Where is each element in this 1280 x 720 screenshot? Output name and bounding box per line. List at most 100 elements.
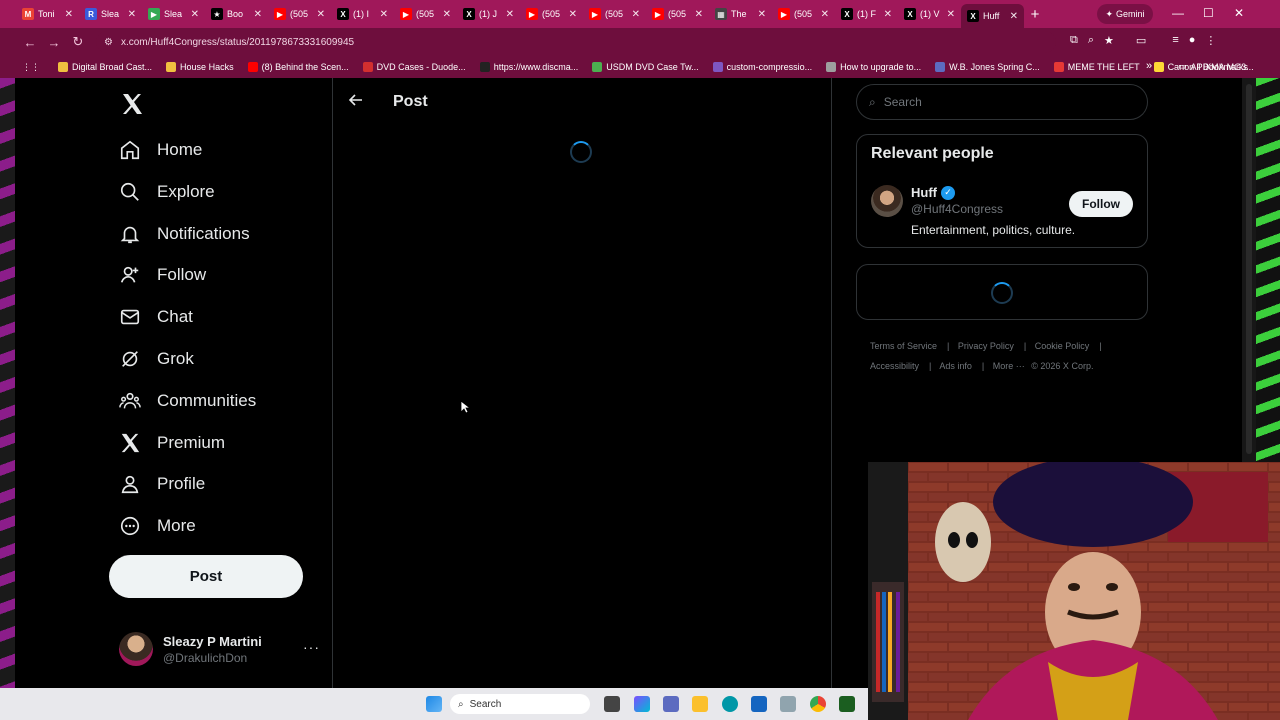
- bookmark-item[interactable]: W.B. Jones Spring C...: [935, 62, 1040, 72]
- task-view-icon[interactable]: [604, 696, 620, 712]
- site-info-icon[interactable]: ⚙: [104, 37, 113, 48]
- close-window-icon[interactable]: ✕: [1234, 6, 1244, 20]
- browser-tab[interactable]: ▶ (505 ✕: [772, 3, 835, 25]
- browser-tab[interactable]: ▶ (505 ✕: [394, 3, 457, 25]
- bookmark-item[interactable]: (8) Behind the Scen...: [247, 62, 349, 72]
- close-tab-icon[interactable]: ✕: [1010, 11, 1018, 22]
- close-tab-icon[interactable]: ✕: [128, 9, 136, 20]
- browser-tab[interactable]: M Toni ✕: [16, 3, 79, 25]
- follow-button[interactable]: Follow: [1069, 191, 1133, 217]
- post-button[interactable]: Post: [109, 555, 303, 598]
- bookmark-item[interactable]: How to upgrade to...: [826, 62, 921, 72]
- bookmark-item[interactable]: USDM DVD Case Tw...: [592, 62, 699, 72]
- install-icon[interactable]: ⧉: [1070, 34, 1078, 47]
- sidebar-item-home[interactable]: Home: [119, 132, 202, 168]
- x-logo-icon[interactable]: [120, 92, 144, 116]
- close-tab-icon[interactable]: ✕: [254, 9, 262, 20]
- browser-tab[interactable]: X Huff ✕: [961, 4, 1024, 28]
- close-tab-icon[interactable]: ✕: [821, 9, 829, 20]
- close-tab-icon[interactable]: ✕: [632, 9, 640, 20]
- sidebar-item-communities[interactable]: Communities: [119, 383, 256, 419]
- edge-icon[interactable]: [722, 696, 738, 712]
- bookmark-item[interactable]: MEME THE LEFT: [1053, 62, 1140, 72]
- cast-icon[interactable]: ▭: [1136, 34, 1146, 47]
- apps-icon[interactable]: ⋮⋮: [22, 62, 40, 73]
- bookmark-item[interactable]: DVD Cases - Duode...: [362, 62, 466, 72]
- browser-tab[interactable]: ▶ (505 ✕: [520, 3, 583, 25]
- search-input[interactable]: [883, 95, 1124, 109]
- browser-tab[interactable]: ▶ (505 ✕: [583, 3, 646, 25]
- close-tab-icon[interactable]: ✕: [317, 9, 325, 20]
- close-tab-icon[interactable]: ✕: [443, 9, 451, 20]
- sidebar-item-premium[interactable]: Premium: [119, 425, 225, 461]
- close-tab-icon[interactable]: ✕: [506, 9, 514, 20]
- ads-info-link[interactable]: Ads info: [939, 361, 972, 371]
- forward-nav-icon[interactable]: →: [42, 35, 66, 50]
- search-box[interactable]: ⌕: [856, 84, 1148, 120]
- store-icon[interactable]: [751, 696, 767, 712]
- scrollbar[interactable]: [1242, 78, 1256, 462]
- browser-tab[interactable]: ▶ Slea ✕: [142, 3, 205, 25]
- close-tab-icon[interactable]: ✕: [191, 9, 199, 20]
- sidebar-item-explore[interactable]: Explore: [119, 174, 215, 210]
- close-tab-icon[interactable]: ✕: [65, 9, 73, 20]
- more-dots-icon[interactable]: ···: [303, 639, 320, 655]
- terms-link[interactable]: Terms of Service: [870, 341, 937, 351]
- account-switcher[interactable]: Sleazy P Martini @DrakulichDon ···: [119, 631, 319, 667]
- close-tab-icon[interactable]: ✕: [380, 9, 388, 20]
- close-tab-icon[interactable]: ✕: [758, 9, 766, 20]
- windows-start-icon[interactable]: [426, 696, 442, 712]
- back-nav-icon[interactable]: ←: [18, 35, 42, 50]
- reload-icon[interactable]: ↻: [66, 34, 90, 50]
- close-tab-icon[interactable]: ✕: [884, 9, 892, 20]
- browser-tab[interactable]: ▶ (505 ✕: [646, 3, 709, 25]
- file-explorer-icon[interactable]: [692, 696, 708, 712]
- close-tab-icon[interactable]: ✕: [695, 9, 703, 20]
- profile-icon[interactable]: ●: [1189, 34, 1196, 47]
- back-arrow-icon[interactable]: [347, 92, 363, 108]
- bookmark-item[interactable]: custom-compressio...: [712, 62, 812, 72]
- browser-tab[interactable]: ★ Boo ✕: [205, 3, 268, 25]
- bookmark-item[interactable]: Digital Broad Cast...: [58, 62, 152, 72]
- cookie-link[interactable]: Cookie Policy: [1035, 341, 1090, 351]
- sidebar-item-follow[interactable]: Follow: [119, 257, 206, 293]
- bookmarks-overflow-icon[interactable]: »: [1146, 60, 1152, 72]
- browser-tab[interactable]: X (1) F ✕: [835, 3, 898, 25]
- close-tab-icon[interactable]: ✕: [569, 9, 577, 20]
- browser-tab[interactable]: ▶ (505 ✕: [268, 3, 331, 25]
- sidebar-item-more[interactable]: More: [119, 508, 196, 544]
- sidebar-item-notifications[interactable]: Notifications: [119, 216, 250, 252]
- bookmark-star-icon[interactable]: ★: [1104, 34, 1114, 47]
- sidebar-item-profile[interactable]: Profile: [119, 466, 205, 502]
- all-bookmarks[interactable]: ▭ All Bookmarks: [1178, 61, 1248, 72]
- bookmark-item[interactable]: https://www.discma...: [479, 62, 578, 72]
- maximize-icon[interactable]: ☐: [1203, 6, 1214, 20]
- settings-icon[interactable]: [780, 696, 796, 712]
- accessibility-link[interactable]: Accessibility: [870, 361, 919, 371]
- more-link[interactable]: More ···: [993, 361, 1025, 371]
- new-tab-icon[interactable]: +: [1024, 6, 1046, 23]
- gemini-button[interactable]: ✦ Gemini: [1097, 4, 1153, 24]
- teams-icon[interactable]: [663, 696, 679, 712]
- browser-tab[interactable]: ▦ The ✕: [709, 3, 772, 25]
- zoom-icon[interactable]: ⌕: [1088, 34, 1094, 47]
- privacy-link[interactable]: Privacy Policy: [958, 341, 1014, 351]
- copilot-icon[interactable]: [634, 696, 650, 712]
- browser-tab[interactable]: X (1) J ✕: [457, 3, 520, 25]
- sidebar-item-grok[interactable]: Grok: [119, 341, 194, 377]
- browser-tab[interactable]: R Slea ✕: [79, 3, 142, 25]
- url-field[interactable]: ⚙ x.com/Huff4Congress/status/20119786733…: [96, 31, 1056, 53]
- taskbar-search[interactable]: ⌕ Search: [450, 694, 590, 714]
- close-tab-icon[interactable]: ✕: [947, 9, 955, 20]
- browser-tab[interactable]: X (1) V ✕: [898, 3, 961, 25]
- person-item[interactable]: Huff ✓ @Huff4Congress Entertainment, poli…: [871, 185, 1135, 245]
- reading-list-icon[interactable]: ≡: [1172, 34, 1178, 47]
- scrollbar-thumb[interactable]: [1246, 84, 1252, 454]
- bookmark-item[interactable]: House Hacks: [166, 62, 234, 72]
- menu-icon[interactable]: ⋮: [1205, 34, 1216, 47]
- browser-tab[interactable]: X (1) I ✕: [331, 3, 394, 25]
- minimize-icon[interactable]: —: [1172, 6, 1184, 20]
- chrome-icon[interactable]: [810, 696, 826, 712]
- app-icon[interactable]: [839, 696, 855, 712]
- sidebar-item-chat[interactable]: Chat: [119, 299, 193, 335]
